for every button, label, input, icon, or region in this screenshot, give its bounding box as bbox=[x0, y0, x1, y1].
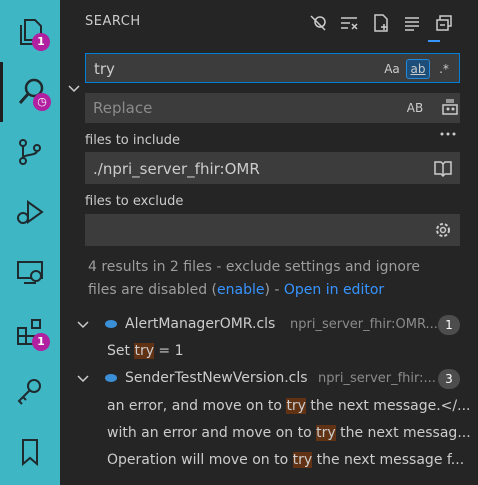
salesforce-file-icon bbox=[105, 320, 117, 328]
match-after: the next messag... bbox=[335, 425, 471, 441]
explorer-button[interactable]: 1 bbox=[0, 2, 60, 62]
collapse-all-icon bbox=[436, 15, 452, 31]
bookmark-icon bbox=[22, 439, 38, 467]
use-regex-toggle[interactable]: .* bbox=[434, 59, 454, 79]
clear-results-button[interactable] bbox=[337, 11, 361, 35]
collapse-all-button[interactable] bbox=[432, 11, 456, 35]
match-line[interactable]: Operation will move on to try the next m… bbox=[107, 452, 464, 468]
replace-input[interactable]: Replace AB bbox=[85, 93, 460, 123]
panel-title: SEARCH bbox=[85, 14, 141, 29]
match-before: Operation will move on to bbox=[107, 452, 293, 468]
result-file-path: npri_server_fhir:... bbox=[318, 371, 436, 386]
refresh-icon bbox=[310, 15, 326, 31]
remote-explorer-button[interactable] bbox=[0, 242, 60, 302]
chevron-down-icon[interactable] bbox=[76, 318, 90, 332]
files-include-value: ./npri_server_fhir:OMR bbox=[93, 160, 260, 178]
match-before: Set bbox=[107, 343, 135, 359]
open-in-editor-link[interactable]: Open in editor bbox=[284, 282, 384, 298]
result-file-name: AlertManagerOMR.cls bbox=[125, 316, 276, 332]
match-whole-word-toggle[interactable]: ab bbox=[406, 59, 430, 79]
files-exclude-label: files to exclude bbox=[85, 194, 184, 209]
clock-icon: ◷ bbox=[33, 93, 51, 111]
search-button[interactable]: ◷ bbox=[0, 62, 60, 122]
match-highlight: try bbox=[286, 398, 306, 414]
source-control-button[interactable] bbox=[0, 122, 60, 182]
results-message-mid: ) - bbox=[264, 282, 284, 298]
new-search-editor-button[interactable] bbox=[369, 11, 393, 35]
remote-icon bbox=[17, 261, 43, 284]
match-after: = 1 bbox=[153, 343, 184, 359]
files-include-input[interactable]: ./npri_server_fhir:OMR bbox=[85, 152, 460, 184]
extensions-badge: 1 bbox=[32, 333, 50, 351]
extensions-button[interactable]: 1 bbox=[0, 302, 60, 362]
preserve-case-toggle[interactable]: AB bbox=[403, 98, 427, 118]
results-message: 4 results in 2 files - exclude settings … bbox=[88, 256, 438, 302]
search-input[interactable]: try Aa ab .* bbox=[85, 53, 460, 83]
match-line[interactable]: with an error and move on to try the nex… bbox=[107, 425, 471, 441]
files-include-label: files to include bbox=[85, 133, 180, 148]
exclude-settings-gear-icon[interactable] bbox=[433, 220, 453, 240]
replace-all-icon[interactable] bbox=[440, 97, 460, 117]
source-control-icon bbox=[19, 139, 41, 165]
match-highlight: try bbox=[134, 343, 154, 359]
match-after: the next message f... bbox=[312, 452, 465, 468]
result-file-row[interactable]: AlertManagerOMR.cls npri_server_fhir:OMR… bbox=[60, 312, 478, 338]
replace-placeholder: Replace bbox=[93, 99, 153, 117]
keys-button[interactable] bbox=[0, 362, 60, 422]
result-file-path: npri_server_fhir:OMR... bbox=[290, 317, 438, 332]
match-before: with an error and move on to bbox=[107, 425, 317, 441]
files-exclude-input[interactable] bbox=[85, 214, 460, 246]
toggle-replace-chevron-icon[interactable] bbox=[66, 80, 82, 96]
search-input-value: try bbox=[94, 60, 115, 78]
bookmarks-button[interactable] bbox=[0, 422, 60, 482]
match-highlight: try bbox=[316, 425, 336, 441]
debug-icon bbox=[17, 200, 44, 224]
search-panel: SEARCH try Aa ab .* Replace AB files to … bbox=[60, 0, 478, 485]
salesforce-file-icon bbox=[105, 374, 117, 382]
run-debug-button[interactable] bbox=[0, 182, 60, 242]
match-highlight: try bbox=[292, 452, 313, 468]
match-line[interactable]: Set try = 1 bbox=[107, 343, 184, 359]
match-before: an error, and move on to bbox=[107, 398, 287, 414]
explorer-badge: 1 bbox=[32, 33, 50, 51]
result-count-badge: 1 bbox=[438, 315, 460, 335]
list-icon bbox=[405, 17, 419, 31]
enable-link[interactable]: enable bbox=[217, 282, 264, 298]
chevron-down-icon[interactable] bbox=[76, 372, 90, 386]
more-options-icon[interactable] bbox=[438, 124, 458, 144]
result-count-badge: 3 bbox=[438, 369, 460, 389]
match-case-toggle[interactable]: Aa bbox=[382, 59, 402, 79]
clear-all-icon bbox=[341, 17, 358, 30]
view-as-tree-button[interactable] bbox=[400, 11, 424, 35]
refresh-button[interactable] bbox=[306, 11, 330, 35]
activity-bar: 1 ◷ 1 bbox=[0, 0, 60, 485]
open-editors-only-icon[interactable] bbox=[433, 159, 453, 177]
result-file-row[interactable]: SenderTestNewVersion.cls npri_server_fhi… bbox=[60, 366, 478, 392]
result-file-name: SenderTestNewVersion.cls bbox=[125, 370, 308, 386]
keys-icon bbox=[17, 379, 41, 405]
match-after: the next message.</... bbox=[305, 398, 471, 414]
active-action-indicator bbox=[428, 40, 440, 42]
match-line[interactable]: an error, and move on to try the next me… bbox=[107, 398, 470, 414]
new-file-icon bbox=[374, 14, 388, 32]
